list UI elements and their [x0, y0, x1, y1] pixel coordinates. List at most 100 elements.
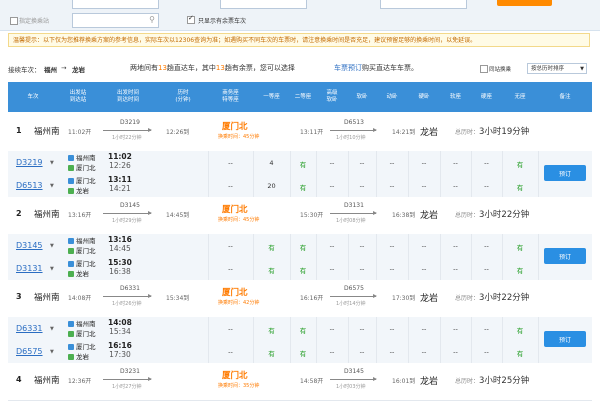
sort-select[interactable]: 按总历时排序 ▼	[527, 63, 587, 74]
arrow-icon	[330, 128, 377, 132]
plan-duration2: 1小时08分钟	[336, 218, 366, 224]
column-divider	[348, 151, 349, 174]
seat-col-6: 有	[299, 350, 307, 358]
column-divider	[290, 340, 291, 363]
header-col-5: 一等座	[263, 93, 280, 100]
column-divider	[471, 174, 472, 197]
seat-col-13: 有	[516, 267, 524, 275]
leg-times: 14:08 15:34	[108, 318, 132, 336]
transfer-station-input[interactable]: ⚲	[72, 13, 159, 28]
depart-station-icon	[68, 321, 74, 327]
header-col-8: 软卧	[356, 93, 368, 100]
leg-stations: 福州南 厦门北	[68, 152, 96, 172]
plan-arrive1: 14:45到	[166, 212, 190, 219]
plan-total-duration: 3小时25分钟	[479, 376, 530, 386]
plan-depart-time: 12:36开	[68, 378, 92, 385]
seat-col-8: --	[359, 182, 365, 190]
plan-from-station: 福州南	[34, 210, 60, 220]
seat-col-8: --	[359, 265, 365, 273]
arrive-station-icon	[68, 165, 74, 171]
train-number-link[interactable]: D3131	[16, 264, 43, 273]
train-number-link[interactable]: D6331	[16, 324, 43, 333]
plan-train2: D6513	[344, 119, 364, 126]
route-prefix: 接续车次：	[8, 66, 41, 74]
plan-train1: D3145	[120, 202, 140, 209]
leg-depart-time: 15:30	[108, 258, 132, 267]
header-col-3: 历时 (分钟)	[175, 90, 191, 103]
header-col-9: 动卧	[386, 93, 398, 100]
seat-col-12: --	[484, 159, 489, 167]
train-number-link[interactable]: D6513	[16, 181, 43, 190]
seat-col-7: --	[329, 242, 335, 250]
header-col-6: 二等座	[294, 93, 312, 100]
date-input[interactable]	[380, 0, 467, 9]
booking-link[interactable]: 车票预订	[334, 63, 362, 73]
caret-down-icon[interactable]: ▼	[50, 183, 54, 189]
search-strip: 指定换乘站 ⚲ ✓ 只显示有余票车次	[0, 0, 600, 31]
column-divider	[208, 257, 209, 280]
book-button[interactable]: 预订	[544, 331, 586, 347]
leg-depart-station: 厦门北	[76, 260, 96, 268]
leg-depart-time: 13:11	[108, 175, 132, 184]
caret-down-icon[interactable]: ▼	[50, 326, 54, 332]
column-divider	[408, 151, 409, 174]
leg-arrive-time: 17:30	[109, 350, 131, 359]
caret-down-icon[interactable]: ▼	[50, 349, 54, 355]
leg-arrive-station: 龙岩	[76, 270, 89, 278]
column-divider	[408, 340, 409, 363]
column-divider	[290, 151, 291, 174]
plan-duration1: 1小时29分钟	[112, 218, 142, 224]
column-divider	[440, 340, 441, 363]
leg-stations: 福州南 厦门北	[68, 235, 96, 255]
seat-col-13: 有	[516, 350, 524, 358]
transfer-station-checkbox[interactable]	[10, 17, 18, 25]
route-info-end: 购买直达车车票。	[362, 64, 418, 72]
plan-transfer-station: 厦门北	[222, 288, 248, 298]
column-divider	[290, 174, 291, 197]
column-divider	[502, 234, 503, 257]
column-divider	[316, 151, 317, 174]
plan-depart-time: 13:16开	[68, 212, 92, 219]
column-divider	[348, 234, 349, 257]
plan-duration1: 1小时26分钟	[112, 301, 142, 307]
caret-down-icon[interactable]: ▼	[50, 266, 54, 272]
plan-depart-time: 14:08开	[68, 295, 92, 302]
plan-transfer-wait: 换乘时间：45分钟	[218, 134, 260, 140]
only-available-checkbox[interactable]: ✓	[187, 14, 195, 24]
train-number-link[interactable]: D3145	[16, 241, 43, 250]
column-divider	[471, 151, 472, 174]
column-divider	[208, 317, 209, 340]
seat-col-12: --	[484, 242, 489, 250]
book-button[interactable]: 预订	[544, 248, 586, 264]
plan-duration2: 1小时03分钟	[336, 384, 366, 390]
seat-col-5: 4	[269, 159, 274, 167]
same-station-checkbox[interactable]	[480, 65, 488, 73]
seat-col-12: --	[484, 325, 489, 333]
seat-col-9: --	[389, 265, 395, 273]
column-divider	[376, 340, 377, 363]
train-number-link[interactable]: D6575	[16, 347, 43, 356]
seat-col-6: 有	[299, 161, 307, 169]
seat-col-7: --	[329, 182, 335, 190]
plan-summary-row: 4 福州南 12:36开 D3231 1小时27分钟 厦门北 换乘时间：35分钟 14:58开…	[8, 363, 592, 401]
seat-col-4: --	[228, 242, 233, 250]
book-button[interactable]: 预订	[544, 165, 586, 181]
depart-station-icon	[68, 261, 74, 267]
leg-stations: 厦门北 龙岩	[68, 341, 96, 361]
column-divider	[253, 257, 254, 280]
column-divider	[471, 257, 472, 280]
plan-from-station: 福州南	[34, 376, 60, 386]
depart-station-icon	[68, 344, 74, 350]
to-station-input[interactable]	[220, 0, 307, 9]
column-divider	[502, 257, 503, 280]
plan-total-duration: 3小时22分钟	[479, 210, 530, 220]
caret-down-icon[interactable]: ▼	[50, 160, 54, 166]
from-station-input[interactable]	[72, 0, 159, 9]
train-number-link[interactable]: D3219	[16, 158, 43, 167]
train-leg-row: D3131 ▼ 厦门北 龙岩 15:30 16:38 -- 有 有 -- -- -- -- -- -- 有	[8, 257, 592, 281]
depart-station-icon	[68, 155, 74, 161]
column-divider	[316, 340, 317, 363]
header-col-4: 商务座 特等座	[222, 90, 239, 103]
caret-down-icon[interactable]: ▼	[50, 243, 54, 249]
query-button[interactable]	[497, 0, 552, 6]
